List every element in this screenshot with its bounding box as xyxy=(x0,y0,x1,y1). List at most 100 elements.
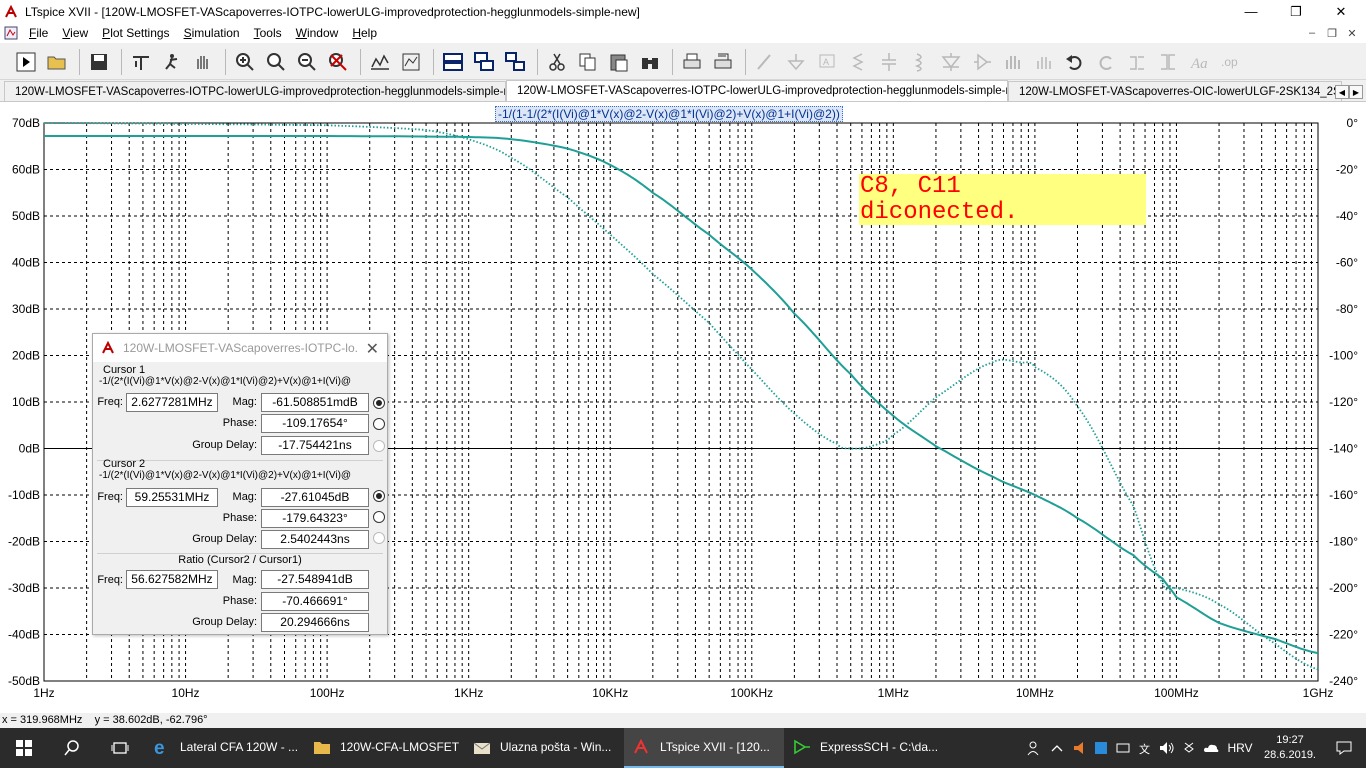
trace-expression-label[interactable]: -1/(1-1/(2*(I(Vi)@1*V(x)@2-V(x)@1*I(Vi)@… xyxy=(495,106,843,122)
annotation-note[interactable]: C8, C11 diconected. xyxy=(859,174,1146,226)
cursor2-freq-field[interactable]: 59.25531MHz xyxy=(126,488,218,507)
taskbar-item-ltspice[interactable]: LTspice XVII - [120... xyxy=(624,728,784,768)
ltspice-icon xyxy=(102,341,114,354)
taskbar-item-expresssch[interactable]: ExpressSCH - C:\da... xyxy=(784,728,944,768)
tab-document-2[interactable]: 120W-LMOSFET-VAScapoverres-IOTPC-lowerUL… xyxy=(506,80,1008,101)
ratio-phase-field[interactable]: -70.466691° xyxy=(261,592,369,611)
language-indicator[interactable]: HRV xyxy=(1222,728,1258,768)
open-icon[interactable] xyxy=(43,48,71,76)
rotate-icon[interactable] xyxy=(1123,48,1151,76)
restore-button[interactable]: ❐ xyxy=(1273,0,1319,23)
search-button[interactable] xyxy=(48,728,96,768)
redo-icon[interactable] xyxy=(1092,48,1120,76)
minimize-button[interactable]: — xyxy=(1228,0,1274,23)
network-app-icon[interactable] xyxy=(1090,728,1112,768)
ground-icon[interactable] xyxy=(782,48,810,76)
cursor-window[interactable]: 120W-LMOSFET-VAScapoverres-IOTPC-lo... ✕… xyxy=(92,333,388,635)
taskbar-item-explorer[interactable]: 120W-CFA-LMOSFET xyxy=(304,728,464,768)
pan-icon[interactable] xyxy=(189,48,217,76)
tab-document-3[interactable]: 120W-LMOSFET-VAScapoverres-OIC-lowerULGF… xyxy=(1008,81,1342,101)
onedrive-icon[interactable] xyxy=(1200,728,1222,768)
chevron-up-icon[interactable] xyxy=(1046,728,1068,768)
ratio-mag-field[interactable]: -27.548941dB xyxy=(261,570,369,589)
menu-view[interactable]: View xyxy=(55,23,95,43)
label-icon[interactable]: A xyxy=(813,48,841,76)
resistor-icon[interactable] xyxy=(844,48,872,76)
cursor1-group-delay-field[interactable]: -17.754421ns xyxy=(261,436,369,455)
start-button[interactable] xyxy=(0,728,48,768)
cursor2-mag-radio[interactable] xyxy=(373,490,385,502)
notifications-icon[interactable] xyxy=(1322,728,1366,768)
diode-icon[interactable] xyxy=(937,48,965,76)
mirror-icon[interactable] xyxy=(1154,48,1182,76)
menu-simulation[interactable]: Simulation xyxy=(177,23,247,43)
undo-icon[interactable] xyxy=(1061,48,1089,76)
menu-plot-settings[interactable]: Plot Settings xyxy=(95,23,176,43)
autorange-icon[interactable] xyxy=(366,48,394,76)
zoom-in-icon[interactable] xyxy=(231,48,259,76)
save-icon[interactable] xyxy=(85,48,113,76)
mdi-restore-icon[interactable]: ❐ xyxy=(1322,27,1342,40)
control-panel-icon[interactable] xyxy=(127,48,155,76)
task-view-button[interactable] xyxy=(96,728,144,768)
cursor1-freq-field[interactable]: 2.6277281MHz xyxy=(126,393,218,412)
keyboard-icon[interactable] xyxy=(1112,728,1134,768)
ime-icon[interactable]: 文 xyxy=(1134,728,1156,768)
dropbox-icon[interactable] xyxy=(1178,728,1200,768)
cursor1-phase-field[interactable]: -109.17654° xyxy=(261,414,369,433)
taskbar-item-mail[interactable]: Ulazna pošta - Win... xyxy=(464,728,624,768)
close-button[interactable]: ✕ xyxy=(1318,0,1364,23)
ratio-group-delay-field[interactable]: 20.294666ns xyxy=(261,613,369,632)
cursor1-group-delay-radio[interactable] xyxy=(373,440,385,452)
cursor1-mag-radio[interactable] xyxy=(373,397,385,409)
menu-tools[interactable]: Tools xyxy=(247,23,289,43)
speaker-app-icon[interactable] xyxy=(1068,728,1090,768)
copy-icon[interactable] xyxy=(574,48,602,76)
cursor2-phase-radio[interactable] xyxy=(373,511,385,523)
run-icon[interactable] xyxy=(12,48,40,76)
zoom-area-icon[interactable] xyxy=(262,48,290,76)
tab-document-1[interactable]: 120W-LMOSFET-VAScapoverres-IOTPC-lowerUL… xyxy=(4,81,506,101)
menu-window[interactable]: Window xyxy=(289,23,346,43)
mdi-close-icon[interactable]: ✕ xyxy=(1342,27,1362,40)
tab-scroll-right-icon[interactable]: ▶ xyxy=(1349,85,1363,99)
clock[interactable]: 19:27 28.6.2019. xyxy=(1258,733,1322,763)
menu-help[interactable]: Help xyxy=(345,23,384,43)
close-icon[interactable]: ✕ xyxy=(366,339,379,359)
document-icon[interactable] xyxy=(0,26,22,40)
zoom-extents-icon[interactable] xyxy=(397,48,425,76)
zoom-cancel-icon[interactable] xyxy=(324,48,352,76)
ratio-freq-field[interactable]: 56.627582MHz xyxy=(126,570,218,589)
menu-file[interactable]: File xyxy=(22,23,55,43)
capacitor-icon[interactable] xyxy=(875,48,903,76)
inductor-icon[interactable] xyxy=(906,48,934,76)
cursor2-mag-field[interactable]: -27.61045dB xyxy=(261,488,369,507)
text-icon[interactable]: Aa xyxy=(1185,48,1213,76)
cursor1-phase-radio[interactable] xyxy=(373,418,385,430)
component-icon[interactable] xyxy=(968,48,996,76)
print-icon[interactable] xyxy=(678,48,706,76)
spice-directive-icon[interactable]: .op xyxy=(1216,48,1244,76)
find-icon[interactable] xyxy=(636,48,664,76)
volume-icon[interactable] xyxy=(1156,728,1178,768)
paste-icon[interactable] xyxy=(605,48,633,76)
taskbar-item-edge[interactable]: e Lateral CFA 120W - ... xyxy=(144,728,304,768)
drag-icon[interactable] xyxy=(1030,48,1058,76)
cursor2-group-delay-radio[interactable] xyxy=(373,532,385,544)
cursor-window-titlebar[interactable]: 120W-LMOSFET-VAScapoverres-IOTPC-lo... xyxy=(93,334,387,362)
halt-icon[interactable] xyxy=(158,48,186,76)
tile-vertical-icon[interactable] xyxy=(501,48,529,76)
tile-horizontal-icon[interactable] xyxy=(439,48,467,76)
wire-icon[interactable] xyxy=(751,48,779,76)
zoom-out-icon[interactable] xyxy=(293,48,321,76)
cut-icon[interactable] xyxy=(543,48,571,76)
tab-scroll-left-icon[interactable]: ◀ xyxy=(1335,85,1349,99)
cursor2-group-delay-field[interactable]: 2.5402443ns xyxy=(261,530,369,549)
cursor1-mag-field[interactable]: -61.508851mdB xyxy=(261,393,369,412)
move-icon[interactable] xyxy=(999,48,1027,76)
cursor2-phase-field[interactable]: -179.64323° xyxy=(261,509,369,528)
cascade-icon[interactable] xyxy=(470,48,498,76)
print-setup-icon[interactable] xyxy=(709,48,737,76)
mdi-minimize-icon[interactable]: – xyxy=(1302,27,1322,39)
people-icon[interactable] xyxy=(1024,728,1046,768)
